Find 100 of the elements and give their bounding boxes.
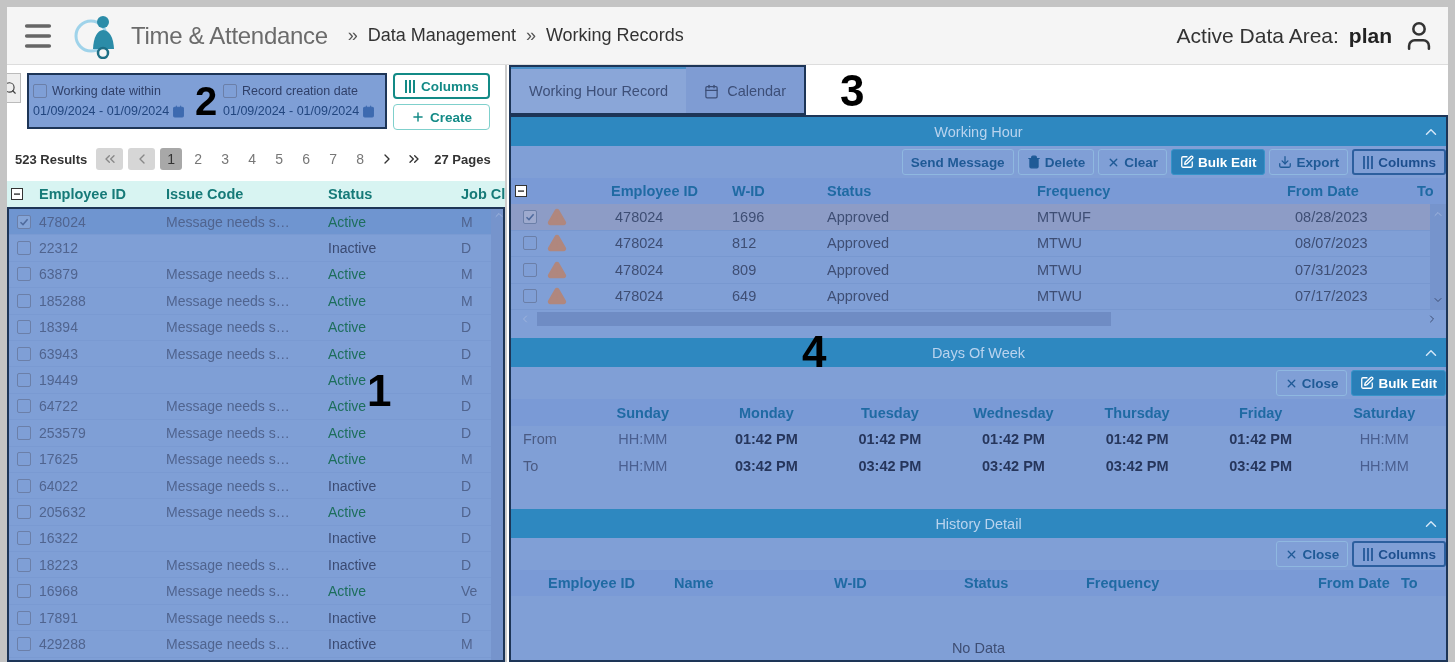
page-button[interactable]: 5 (268, 148, 291, 170)
checkbox[interactable] (17, 610, 31, 625)
table-row[interactable]: 63879 Message needs s… Active M (9, 261, 491, 289)
scrollbar[interactable] (1430, 204, 1446, 310)
column-header[interactable]: To (1417, 183, 1448, 199)
close-button[interactable]: Close (1275, 370, 1348, 396)
time-placeholder[interactable]: HH:MM (581, 431, 705, 448)
column-header[interactable]: Frequency (1086, 575, 1286, 591)
column-header[interactable]: To (1401, 575, 1421, 591)
select-all-checkbox[interactable] (11, 188, 23, 200)
column-header[interactable]: Job Cl (461, 186, 507, 202)
date-filter[interactable]: Record creation date 01/09/2024 - 01/09/2024 (219, 80, 385, 122)
time-value[interactable]: 01:42 PM (951, 431, 1076, 448)
column-header[interactable]: Status (964, 575, 1086, 591)
create-button[interactable]: Create (393, 104, 490, 130)
checkbox[interactable] (17, 241, 31, 256)
column-header[interactable]: Employee ID (587, 183, 732, 199)
checkbox[interactable] (17, 373, 31, 388)
table-row[interactable]: 17625 Message needs s… Active M (9, 446, 491, 473)
checkbox[interactable] (17, 425, 31, 440)
column-header[interactable]: Employee ID (548, 575, 674, 591)
column-header[interactable]: From Date (1247, 183, 1417, 199)
checkbox[interactable] (523, 289, 537, 304)
date-filter[interactable]: Working date within 01/09/2024 - 01/09/2024 (29, 80, 195, 122)
time-value[interactable]: 03:42 PM (951, 457, 1076, 474)
table-row[interactable]: 478024 Message needs s… Active M (9, 209, 491, 236)
page-button[interactable]: 7 (322, 148, 345, 170)
bulk-edit-button[interactable]: Bulk Edit (1170, 149, 1266, 175)
page-button[interactable]: 8 (349, 148, 372, 170)
time-placeholder[interactable]: HH:MM (1322, 457, 1446, 474)
time-value[interactable]: 03:42 PM (1075, 457, 1199, 474)
time-value[interactable]: 01:42 PM (828, 431, 952, 448)
page-button[interactable]: 6 (295, 148, 318, 170)
tab[interactable]: Calendar (686, 67, 804, 113)
time-value[interactable]: 03:42 PM (704, 457, 829, 474)
checkbox[interactable] (17, 320, 31, 335)
checkbox[interactable] (523, 209, 537, 224)
table-row[interactable]: 18394 Message needs s… Active D (9, 314, 491, 341)
time-placeholder[interactable]: HH:MM (1322, 431, 1446, 448)
breadcrumb-link[interactable]: Data Management (367, 25, 516, 46)
close-button[interactable]: Close (1276, 541, 1349, 567)
checkbox[interactable] (17, 267, 31, 282)
table-row[interactable]: 205632 Message needs s… Active D (9, 499, 491, 526)
table-row[interactable]: 16322 Inactive D (9, 525, 491, 553)
time-value[interactable]: 01:42 PM (1075, 431, 1199, 448)
columns-button[interactable]: Columns (393, 73, 490, 99)
time-placeholder[interactable]: HH:MM (581, 457, 705, 474)
table-row[interactable]: 253579 Message needs s… Active D (9, 420, 491, 447)
checkbox[interactable] (33, 84, 47, 98)
column-header[interactable]: Frequency (1037, 183, 1247, 199)
column-header[interactable]: Status (827, 183, 1037, 199)
column-header[interactable]: W-ID (834, 575, 964, 591)
column-header[interactable]: Name (674, 575, 834, 591)
checkbox[interactable] (223, 84, 237, 98)
table-row[interactable]: 64022 Message needs s… Inactive D (9, 472, 491, 500)
table-row[interactable]: 22312 Inactive D (9, 235, 491, 262)
select-all-checkbox[interactable] (515, 185, 527, 197)
checkbox[interactable] (17, 452, 31, 467)
delete-button[interactable]: Delete (1017, 149, 1095, 175)
scrollbar[interactable] (491, 209, 503, 660)
table-row[interactable]: 16968 Message needs s… Active Ve (9, 578, 491, 605)
table-row[interactable]: 17891 Message needs s… Inactive D (9, 604, 491, 632)
checkbox[interactable] (17, 478, 31, 493)
checkbox[interactable] (17, 584, 31, 599)
page-button[interactable]: 2 (187, 148, 210, 170)
time-value[interactable]: 03:42 PM (1198, 457, 1323, 474)
table-row[interactable]: 429288 Message needs s… Inactive M (9, 631, 491, 658)
bulk-edit-button[interactable]: Bulk Edit (1351, 370, 1446, 396)
column-header[interactable]: Issue Code (166, 186, 328, 202)
table-row[interactable]: 478024 1696 Approved MTWUF 08/28/2023 (511, 204, 1430, 231)
checkbox[interactable] (523, 262, 537, 277)
table-row[interactable]: 18223 Message needs s… Inactive D (9, 552, 491, 579)
table-row[interactable]: 63943 Message needs s… Active D (9, 340, 491, 368)
column-header[interactable]: Employee ID (39, 186, 166, 202)
time-value[interactable]: 01:42 PM (704, 431, 829, 448)
columns-button[interactable]: Columns (1352, 149, 1446, 175)
page-button[interactable]: 1 (160, 148, 183, 170)
column-header[interactable]: From Date (1286, 575, 1401, 591)
previous-page-button[interactable] (128, 148, 156, 170)
time-value[interactable]: 01:42 PM (1198, 431, 1323, 448)
search-field[interactable] (7, 73, 21, 103)
table-row[interactable]: 478024 649 Approved MTWU 07/17/2023 (511, 283, 1430, 310)
columns-button[interactable]: Columns (1352, 541, 1446, 567)
checkbox[interactable] (523, 236, 537, 251)
column-header[interactable]: W-ID (732, 183, 827, 199)
checkbox[interactable] (17, 557, 31, 572)
checkbox[interactable] (17, 346, 31, 361)
checkbox[interactable] (17, 636, 31, 651)
time-value[interactable]: 03:42 PM (828, 457, 952, 474)
table-row[interactable]: 185288 Message needs s… Active M (9, 288, 491, 315)
checkbox[interactable] (17, 293, 31, 308)
checkbox[interactable] (17, 214, 31, 229)
checkbox[interactable] (17, 399, 31, 414)
table-row[interactable]: 478024 809 Approved MTWU 07/31/2023 (511, 257, 1430, 284)
page-button[interactable]: 4 (241, 148, 264, 170)
checkbox[interactable] (17, 505, 31, 519)
column-header[interactable]: Status (328, 186, 461, 202)
breadcrumb-link[interactable]: Working Records (545, 25, 684, 46)
page-button[interactable]: 3 (214, 148, 237, 170)
table-row[interactable]: 478024 812 Approved MTWU 08/07/2023 (511, 230, 1430, 257)
